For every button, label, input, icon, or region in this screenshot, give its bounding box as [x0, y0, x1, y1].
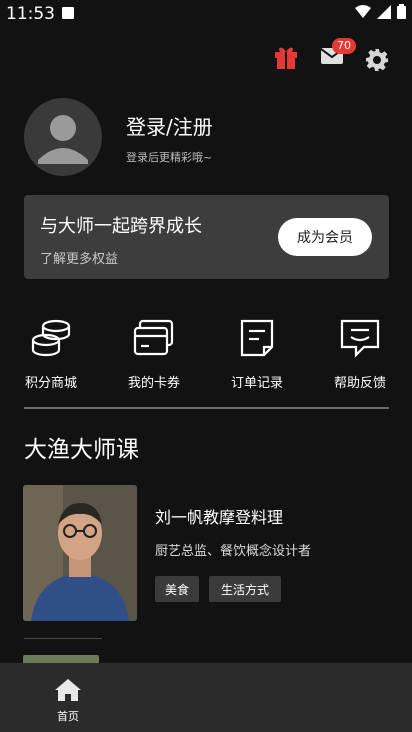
mail-badge: 70 — [332, 38, 356, 54]
settings-button[interactable] — [365, 48, 389, 76]
order-icon — [240, 319, 274, 357]
action-help-feedback[interactable]: 帮助反馈 — [315, 318, 405, 391]
action-label: 订单记录 — [230, 376, 283, 391]
action-points-mall[interactable]: 积分商城 — [6, 318, 96, 391]
user-icon — [38, 115, 88, 164]
feedback-icon — [340, 319, 380, 358]
member-title: 与大师一起跨界成长 — [40, 216, 202, 237]
course-subtitle: 厨艺总监、餐饮概念设计者 — [155, 544, 312, 559]
action-order-history[interactable]: 订单记录 — [212, 318, 302, 391]
instructor-photo — [23, 485, 137, 621]
coins-icon — [31, 319, 71, 357]
list-divider — [24, 638, 102, 639]
course-thumbnail[interactable] — [23, 485, 137, 621]
become-member-button[interactable]: 成为会员 — [278, 218, 372, 256]
login-register-link[interactable]: 登录/注册 — [126, 111, 213, 140]
action-my-coupons[interactable]: 我的卡券 — [109, 318, 199, 391]
gear-icon — [366, 49, 388, 71]
home-icon — [55, 679, 81, 701]
login-subtitle: 登录后更精彩哦~ — [126, 151, 213, 164]
avatar[interactable] — [24, 98, 102, 176]
section-title: 大渔大师课 — [24, 437, 139, 463]
status-time: 11:53 — [6, 4, 55, 24]
card-icon — [133, 319, 174, 356]
gift-button[interactable] — [274, 44, 298, 74]
mail-button[interactable]: 70 — [320, 38, 356, 70]
signal-icon — [377, 4, 391, 19]
notification-icon — [62, 7, 74, 19]
course-title[interactable]: 刘一帆教摩登料理 — [155, 504, 283, 528]
status-indicators — [355, 4, 406, 19]
gift-icon — [275, 47, 297, 69]
action-label: 帮助反馈 — [333, 376, 386, 391]
member-benefits-link[interactable]: 了解更多权益 — [40, 248, 118, 267]
nav-home-label: 首页 — [57, 710, 79, 723]
nav-home[interactable]: 首页 — [48, 678, 88, 724]
course-tag[interactable]: 美食 — [155, 576, 199, 602]
section-divider — [24, 407, 389, 409]
wifi-icon — [355, 4, 371, 18]
action-label: 积分商城 — [24, 376, 77, 391]
battery-icon — [397, 4, 406, 19]
course-tag[interactable]: 生活方式 — [209, 576, 281, 602]
action-label: 我的卡券 — [127, 376, 180, 391]
